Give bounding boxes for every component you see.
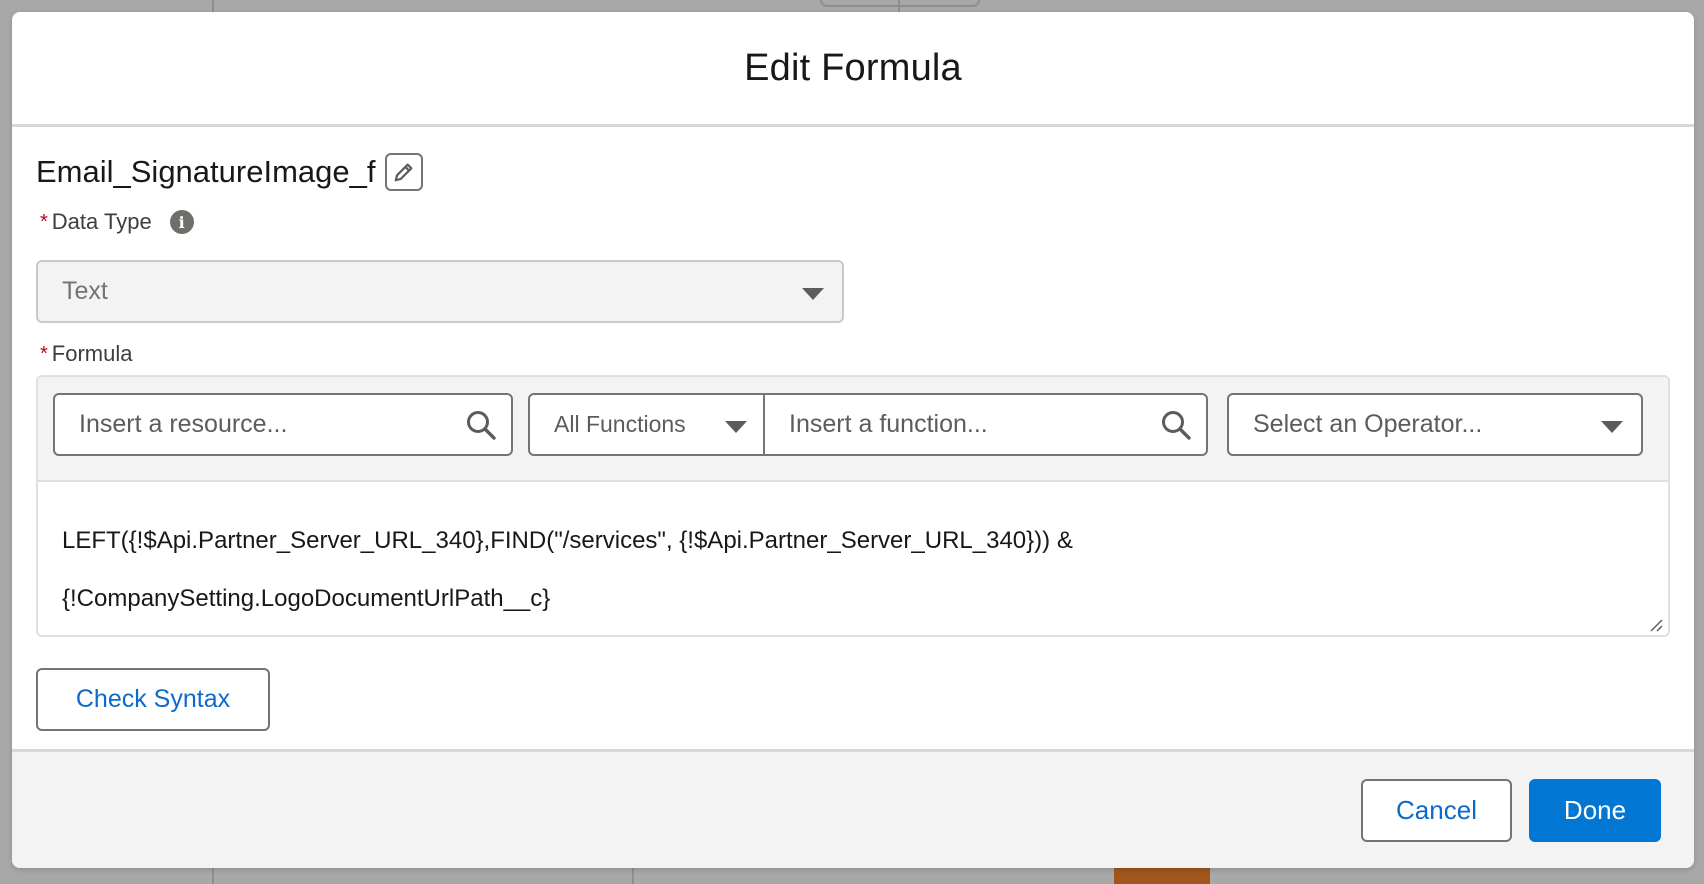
formula-label-row: * Formula [40,341,132,367]
modal-footer: Cancel Done [12,749,1694,868]
background-node [820,0,980,7]
data-type-label: Data Type [51,209,152,234]
background-element [1114,868,1210,884]
data-type-label-row: * Data Type i [40,209,194,235]
background-divider [212,868,214,884]
edit-formula-modal: Edit Formula Email_SignatureImage_f * Da… [12,12,1694,868]
required-marker: * [40,342,48,365]
insert-function-input[interactable]: Insert a function... [763,393,1208,456]
resource-name-row: Email_SignatureImage_f [36,153,424,191]
modal-title: Edit Formula [744,46,962,89]
pencil-icon [395,163,413,182]
formula-label: Formula [51,341,133,366]
required-marker: * [40,210,48,233]
resize-handle-icon[interactable] [1648,617,1664,633]
background-connector [898,0,900,12]
insert-resource-placeholder: Insert a resource... [79,410,288,438]
search-icon[interactable] [1160,409,1192,441]
insert-resource-input[interactable]: Insert a resource... [53,393,513,456]
operator-placeholder: Select an Operator... [1253,410,1483,438]
done-button[interactable]: Done [1529,779,1661,842]
check-syntax-button[interactable]: Check Syntax [36,668,270,731]
functions-filter-select[interactable]: All Functions [528,393,765,456]
data-type-value: Text [62,277,108,305]
operator-select[interactable]: Select an Operator... [1227,393,1643,456]
chevron-down-icon [1601,421,1623,433]
search-icon[interactable] [465,409,497,441]
data-type-select[interactable]: Text [36,260,844,323]
modal-body: Email_SignatureImage_f * Data Type i Tex… [12,127,1694,749]
functions-filter-value: All Functions [554,411,686,437]
edit-name-button[interactable] [385,153,424,191]
formula-editor: Insert a resource... All Functions Inser… [36,375,1670,637]
info-icon[interactable]: i [169,210,194,234]
resource-api-name: Email_SignatureImage_f [36,154,376,189]
cancel-button[interactable]: Cancel [1361,779,1512,842]
formula-line: LEFT({!$Api.Partner_Server_URL_340},FIND… [62,527,1073,554]
formula-textarea[interactable]: LEFT({!$Api.Partner_Server_URL_340},FIND… [38,482,1668,635]
background-connector [632,868,634,884]
background-divider [212,0,214,12]
modal-header: Edit Formula [12,12,1694,127]
chevron-down-icon [802,288,824,300]
formula-toolbar: Insert a resource... All Functions Inser… [38,377,1668,482]
chevron-down-icon [725,421,747,433]
insert-function-placeholder: Insert a function... [789,410,988,438]
formula-line: {!CompanySetting.LogoDocumentUrlPath__c} [62,585,551,612]
